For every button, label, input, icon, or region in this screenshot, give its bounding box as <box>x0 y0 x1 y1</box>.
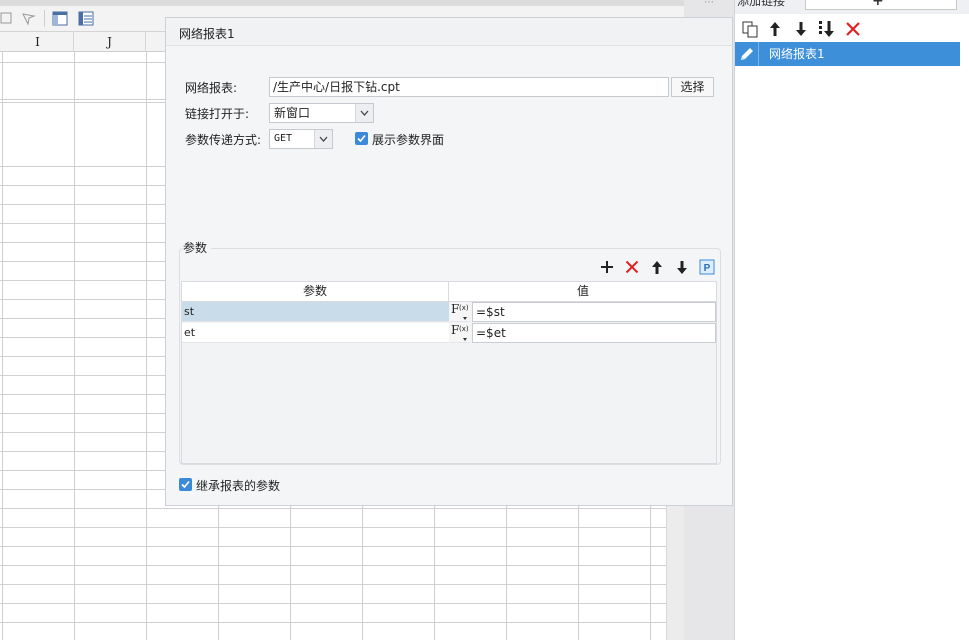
copy-icon <box>742 21 758 38</box>
delete-icon <box>625 260 639 274</box>
toolbar-divider <box>44 10 45 27</box>
move-to-bottom-icon <box>819 21 834 37</box>
add-param-button[interactable] <box>598 258 616 276</box>
delete-link-button[interactable] <box>843 19 863 39</box>
arrow-up-icon <box>770 22 780 36</box>
formula-x-glyph: (x) <box>459 325 469 333</box>
chevron-down-icon <box>355 104 373 122</box>
table-layout-icon[interactable] <box>77 10 95 27</box>
table-row[interactable]: et F (x) =$et <box>182 323 716 343</box>
move-up-button[interactable] <box>765 19 785 39</box>
delete-param-button[interactable] <box>623 258 641 276</box>
param-value-input[interactable]: =$et <box>472 323 716 343</box>
show-params-checkbox[interactable] <box>355 132 368 145</box>
table-header: 参数 值 <box>182 282 716 302</box>
panel-header: 添加链接 + <box>735 0 969 14</box>
dialog-title: 网络报表1 <box>179 27 235 41</box>
open-in-select[interactable]: 新窗口 <box>269 103 374 123</box>
delete-icon <box>846 22 860 36</box>
image-icon[interactable] <box>0 10 18 27</box>
checkmark-icon <box>181 480 190 489</box>
panel-title: 添加链接 <box>737 0 786 8</box>
link-list: 网络报表1 <box>735 42 960 66</box>
open-in-label: 链接打开于: <box>185 107 250 121</box>
grip-icon: ⋯ <box>704 0 714 8</box>
param-move-up-button[interactable] <box>648 258 666 276</box>
params-group-label: 参数 <box>183 239 212 256</box>
chevron-down-icon <box>314 130 332 148</box>
column-header-value: 值 <box>576 284 589 298</box>
dropdown-triangle-icon <box>463 338 467 341</box>
param-name-cell[interactable]: et <box>182 323 449 343</box>
plus-icon: + <box>872 0 884 9</box>
open-in-value: 新窗口 <box>274 106 311 120</box>
report-params-button[interactable]: P <box>698 258 716 276</box>
report-path-input[interactable]: /生产中心/日报下钻.cpt <box>269 77 669 97</box>
method-select[interactable]: GET <box>269 129 333 149</box>
hyperlink-panel: 添加链接 + 网络报表1 <box>734 0 969 640</box>
method-value: GET <box>274 133 293 144</box>
formula-button[interactable]: F (x) <box>450 302 470 322</box>
column-header-param: 参数 <box>182 282 449 301</box>
params-table: 参数 值 st F (x) =$st et F (x) =$et <box>181 281 717 464</box>
copy-link-button[interactable] <box>740 19 760 39</box>
inherit-params-checkbox[interactable] <box>179 478 192 491</box>
formula-button[interactable]: F (x) <box>450 323 470 343</box>
add-link-combo[interactable]: + <box>805 0 957 10</box>
arrow-down-icon <box>677 260 687 274</box>
arrow-down-icon <box>796 22 806 36</box>
report-label: 网络报表: <box>185 81 238 95</box>
select-button[interactable]: 选择 <box>671 77 714 97</box>
svg-text:P: P <box>704 263 711 274</box>
formula-x-glyph: (x) <box>459 304 469 312</box>
arrow-up-icon <box>652 260 662 274</box>
param-move-down-button[interactable] <box>673 258 691 276</box>
pointer-icon[interactable] <box>20 10 38 27</box>
report-link-dialog: 网络报表1 网络报表: /生产中心/日报下钻.cpt 选择 链接打开于: 新窗口… <box>165 17 733 506</box>
show-params-label: 展示参数界面 <box>372 133 445 147</box>
list-item[interactable]: 网络报表1 <box>735 42 960 66</box>
edit-link-button[interactable] <box>735 42 759 66</box>
plus-icon <box>601 261 613 273</box>
checkmark-icon <box>357 134 366 143</box>
parameter-p-icon: P <box>699 259 715 275</box>
freeze-panes-icon[interactable] <box>51 10 69 27</box>
method-label: 参数传递方式: <box>185 133 262 147</box>
move-down-button[interactable] <box>791 19 811 39</box>
table-row[interactable]: st F (x) =$st <box>182 302 716 322</box>
column-label[interactable]: I <box>2 32 74 52</box>
pencil-icon <box>740 48 753 60</box>
dropdown-triangle-icon <box>463 317 467 320</box>
move-bottom-button[interactable] <box>817 19 837 39</box>
link-toolbar <box>735 16 969 42</box>
inherit-params-label: 继承报表的参数 <box>196 479 281 493</box>
dialog-title-bar: 网络报表1 <box>166 18 732 46</box>
param-name-cell[interactable]: st <box>182 302 449 322</box>
column-label[interactable]: J <box>74 32 146 52</box>
link-item-label: 网络报表1 <box>769 47 825 61</box>
param-value-input[interactable]: =$st <box>472 302 716 322</box>
